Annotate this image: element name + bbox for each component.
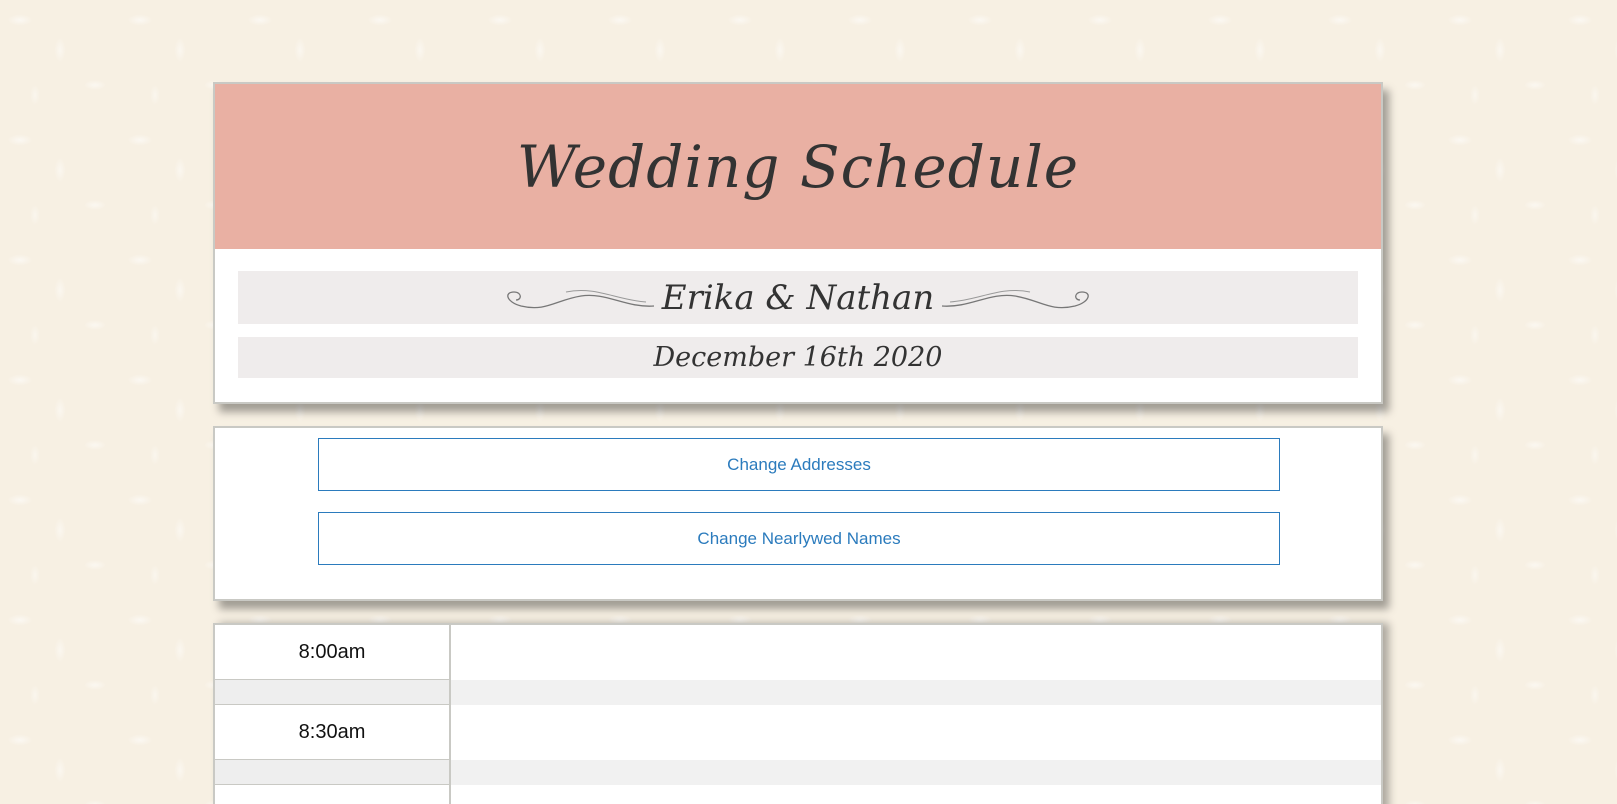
page-title: Wedding Schedule bbox=[516, 132, 1080, 201]
actions-card: Change Addresses Change Nearlywed Names bbox=[213, 426, 1383, 601]
time-cell: 8:30am bbox=[215, 705, 451, 760]
schedule-separator-row bbox=[215, 760, 1381, 785]
change-names-button[interactable]: Change Nearlywed Names bbox=[318, 512, 1280, 565]
header-card: Wedding Schedule Erika & Nathan December… bbox=[213, 82, 1383, 404]
time-cell-empty bbox=[215, 680, 451, 705]
change-addresses-button[interactable]: Change Addresses bbox=[318, 438, 1280, 491]
schedule-separator-row bbox=[215, 680, 1381, 705]
time-cell: 9:00am bbox=[215, 785, 451, 804]
header-banner: Wedding Schedule bbox=[215, 84, 1381, 249]
couple-names-bar: Erika & Nathan bbox=[238, 271, 1358, 324]
page-container: Wedding Schedule Erika & Nathan December… bbox=[213, 82, 1383, 804]
event-cell[interactable] bbox=[451, 785, 1381, 804]
couple-names: Erika & Nathan bbox=[661, 277, 935, 318]
wedding-date-bar: December 16th 2020 bbox=[238, 337, 1358, 378]
event-cell-empty bbox=[451, 760, 1381, 785]
schedule-row: 8:30am bbox=[215, 705, 1381, 760]
time-cell: 8:00am bbox=[215, 625, 451, 680]
wedding-date: December 16th 2020 bbox=[653, 342, 943, 373]
schedule-row: 9:00am bbox=[215, 785, 1381, 804]
schedule-row: 8:00am bbox=[215, 625, 1381, 680]
time-cell-empty bbox=[215, 760, 451, 785]
left-flourish-icon bbox=[506, 289, 654, 308]
schedule-table: 8:00am 8:30am 9:00am bbox=[213, 623, 1383, 804]
event-cell-empty bbox=[451, 680, 1381, 705]
event-cell[interactable] bbox=[451, 625, 1381, 680]
event-cell[interactable] bbox=[451, 705, 1381, 760]
right-flourish-icon bbox=[942, 289, 1089, 308]
